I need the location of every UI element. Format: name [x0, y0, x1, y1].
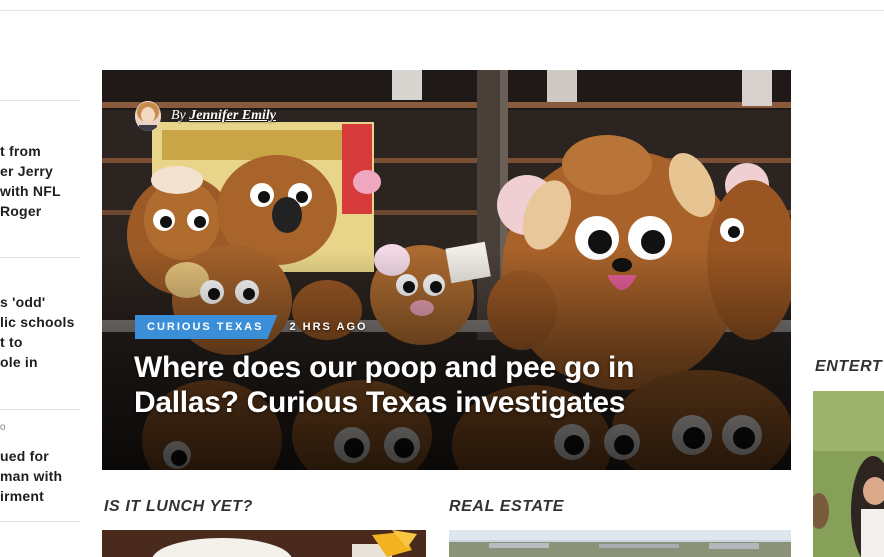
story-headline-line[interactable]: irment: [0, 488, 44, 504]
story-headline-line[interactable]: s 'odd': [0, 294, 45, 310]
timestamp: 2 HRS AGO: [289, 321, 368, 333]
story-headline-line[interactable]: man with: [0, 468, 62, 484]
list-item[interactable]: o ued for man with irment: [0, 409, 80, 521]
story-headline-line[interactable]: t to: [0, 334, 23, 350]
story-tag-row: CURIOUS TEXAS 2 HRS AGO: [135, 315, 368, 339]
author-link[interactable]: Jennifer Emily: [189, 108, 276, 123]
byline-text: By Jennifer Emily: [171, 108, 276, 124]
section-kicker-real-estate[interactable]: REAL ESTATE: [449, 498, 564, 516]
list-item[interactable]: s 'odd' lic schools t to ole in: [0, 257, 80, 409]
story-headline-line[interactable]: ued for: [0, 448, 49, 464]
list-item: [0, 521, 80, 540]
left-story-column: t from er Jerry with NFL Roger s 'odd' l…: [0, 100, 80, 540]
story-headline-line[interactable]: ole in: [0, 354, 38, 370]
hero-headline-line[interactable]: Dallas? Curious Texas investigates: [134, 385, 754, 420]
author-avatar[interactable]: [135, 101, 161, 131]
byline: By Jennifer Emily: [135, 100, 276, 132]
section-kicker-entertainment[interactable]: ENTERT: [815, 358, 882, 376]
section-tag[interactable]: CURIOUS TEXAS: [135, 315, 278, 339]
section-kicker-lunch[interactable]: IS IT LUNCH YET?: [104, 498, 253, 516]
byline-prefix: By: [171, 108, 186, 123]
hero-headline[interactable]: Where does our poop and pee go in Dallas…: [134, 350, 754, 420]
story-headline-line[interactable]: Roger: [0, 203, 41, 219]
entertainment-thumbnail[interactable]: [813, 391, 884, 557]
lunch-thumbnail[interactable]: [102, 530, 426, 557]
story-headline-line[interactable]: with NFL: [0, 183, 61, 199]
story-meta: o: [0, 422, 6, 433]
hero-story-card[interactable]: By Jennifer Emily CURIOUS TEXAS 2 HRS AG…: [102, 70, 791, 470]
story-headline-line[interactable]: t from: [0, 143, 41, 159]
hero-headline-line[interactable]: Where does our poop and pee go in: [134, 350, 754, 385]
story-headline-line[interactable]: er Jerry: [0, 163, 53, 179]
real-estate-thumbnail[interactable]: [449, 530, 791, 557]
list-item[interactable]: t from er Jerry with NFL Roger: [0, 100, 80, 257]
story-headline-line[interactable]: lic schools: [0, 314, 75, 330]
top-divider: [0, 10, 884, 11]
